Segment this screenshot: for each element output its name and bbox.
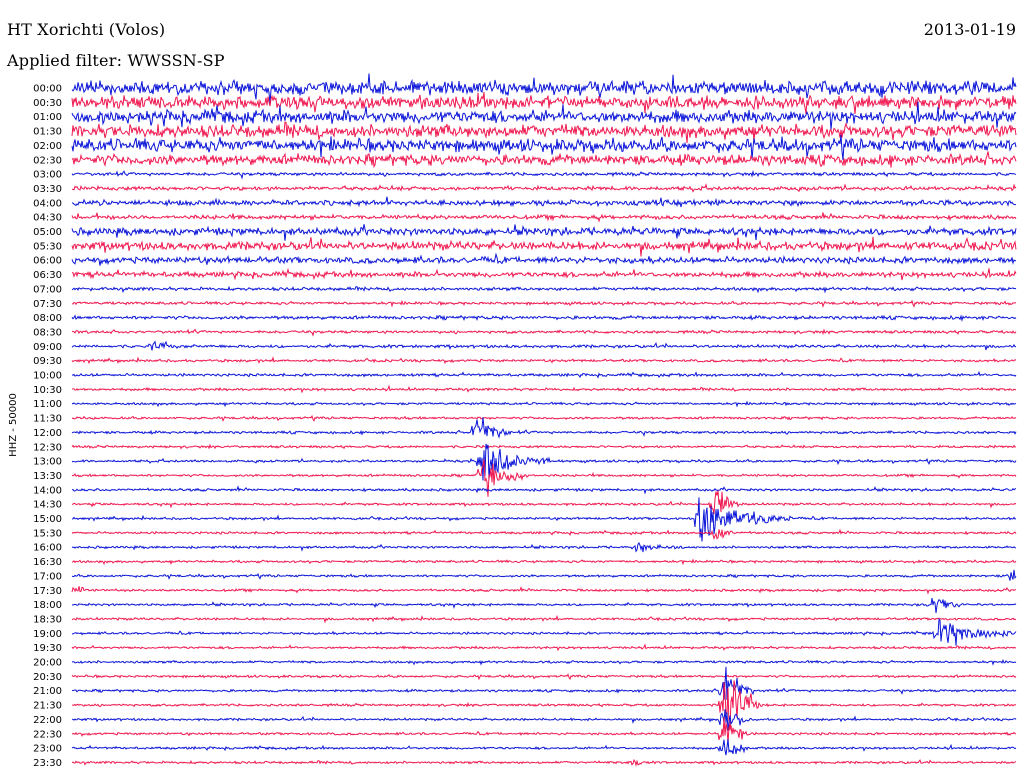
trace-row — [71, 459, 1017, 497]
time-label: 08:00 — [33, 313, 62, 324]
trace-row — [71, 183, 1017, 193]
trace-row — [71, 212, 1017, 223]
time-label: 17:30 — [33, 586, 62, 597]
seismic-traces — [71, 73, 1017, 767]
trace-row — [71, 586, 1017, 595]
trace-row — [71, 443, 1017, 450]
time-label: 08:30 — [33, 327, 62, 338]
trace-row — [71, 569, 1017, 581]
time-label: 12:00 — [33, 428, 62, 439]
trace-row — [71, 196, 1016, 208]
time-label: 13:00 — [33, 457, 62, 468]
time-label: 21:30 — [33, 701, 62, 712]
trace-row — [71, 236, 1017, 257]
trace-row — [71, 658, 1017, 666]
time-label: 22:00 — [33, 715, 62, 726]
time-label: 23:00 — [33, 744, 62, 755]
trace-row — [71, 299, 1017, 308]
trace-row — [71, 666, 1017, 700]
time-label: 03:00 — [33, 170, 62, 181]
time-label: 07:30 — [33, 299, 62, 310]
time-label: 06:30 — [33, 270, 62, 281]
time-label: 23:30 — [33, 758, 62, 769]
trace-row — [71, 558, 1017, 566]
time-label: 18:00 — [33, 600, 62, 611]
trace-row — [71, 643, 1017, 652]
time-label: 22:30 — [33, 729, 62, 740]
time-label: 20:00 — [33, 658, 62, 669]
time-label: 02:00 — [33, 141, 62, 152]
trace-row — [71, 673, 1017, 681]
trace-row — [71, 121, 1017, 144]
time-label: 03:30 — [33, 184, 62, 195]
time-label: 04:30 — [33, 213, 62, 224]
time-label: 19:30 — [33, 643, 62, 654]
time-label: 05:30 — [33, 241, 62, 252]
time-labels: 00:00 00:30 01:00 01:30 02:00 02:30 03:00 03:30… — [33, 84, 62, 769]
trace-row — [71, 252, 1017, 266]
trace-row — [71, 73, 1017, 104]
time-label: 12:30 — [33, 442, 62, 453]
time-label: 00:00 — [33, 84, 62, 95]
trace-row — [71, 370, 1017, 379]
trace-row — [71, 328, 1017, 337]
time-label: 16:30 — [33, 557, 62, 568]
trace-row — [71, 417, 1017, 439]
trace-row — [71, 285, 1017, 294]
time-label: 11:30 — [33, 414, 62, 425]
time-label: 01:30 — [33, 127, 62, 138]
trace-row — [71, 92, 1017, 114]
trace-row — [71, 614, 1017, 624]
trace-row — [71, 485, 1017, 495]
trace-row — [71, 400, 1017, 408]
trace-row — [71, 224, 1017, 241]
time-label: 15:30 — [33, 528, 62, 539]
time-label: 10:00 — [33, 371, 62, 382]
time-label: 17:00 — [33, 571, 62, 582]
trace-row — [71, 356, 1017, 365]
time-label: 05:00 — [33, 227, 62, 238]
trace-row — [71, 598, 1017, 614]
time-label: 04:00 — [33, 198, 62, 209]
time-label: 07:00 — [33, 284, 62, 295]
trace-row — [71, 759, 1017, 767]
time-label: 09:00 — [33, 342, 62, 353]
time-label: 10:30 — [33, 385, 62, 396]
time-label: 01:00 — [33, 112, 62, 123]
time-label: 11:00 — [33, 399, 62, 410]
trace-row — [71, 717, 1017, 744]
time-label: 13:30 — [33, 471, 62, 482]
trace-row — [71, 340, 1016, 351]
trace-row — [71, 267, 1017, 281]
trace-row — [71, 739, 1017, 756]
trace-row — [71, 490, 1017, 515]
trace-row — [71, 169, 1017, 180]
time-label: 02:30 — [33, 155, 62, 166]
trace-row — [71, 314, 1017, 323]
time-label: 18:30 — [33, 614, 62, 625]
trace-row — [71, 542, 1017, 553]
time-label: 19:00 — [33, 629, 62, 640]
trace-row — [71, 384, 1017, 394]
trace-row — [71, 709, 1017, 731]
trace-row — [71, 618, 1017, 646]
trace-row — [71, 528, 1017, 540]
time-label: 06:00 — [33, 256, 62, 267]
time-label: 09:30 — [33, 356, 62, 367]
time-label: 15:00 — [33, 514, 62, 525]
time-label: 14:30 — [33, 500, 62, 511]
time-label: 16:00 — [33, 543, 62, 554]
trace-row — [71, 151, 1017, 169]
time-label: 21:00 — [33, 686, 62, 697]
time-label: 14:00 — [33, 485, 62, 496]
time-label: 00:30 — [33, 98, 62, 109]
helicorder-plot: 00:00 00:30 01:00 01:30 02:00 02:30 03:00 03:30… — [8, 73, 1017, 769]
channel-label: HHZ - 50000 — [8, 393, 19, 457]
time-label: 20:30 — [33, 672, 62, 683]
trace-row — [71, 414, 1017, 422]
